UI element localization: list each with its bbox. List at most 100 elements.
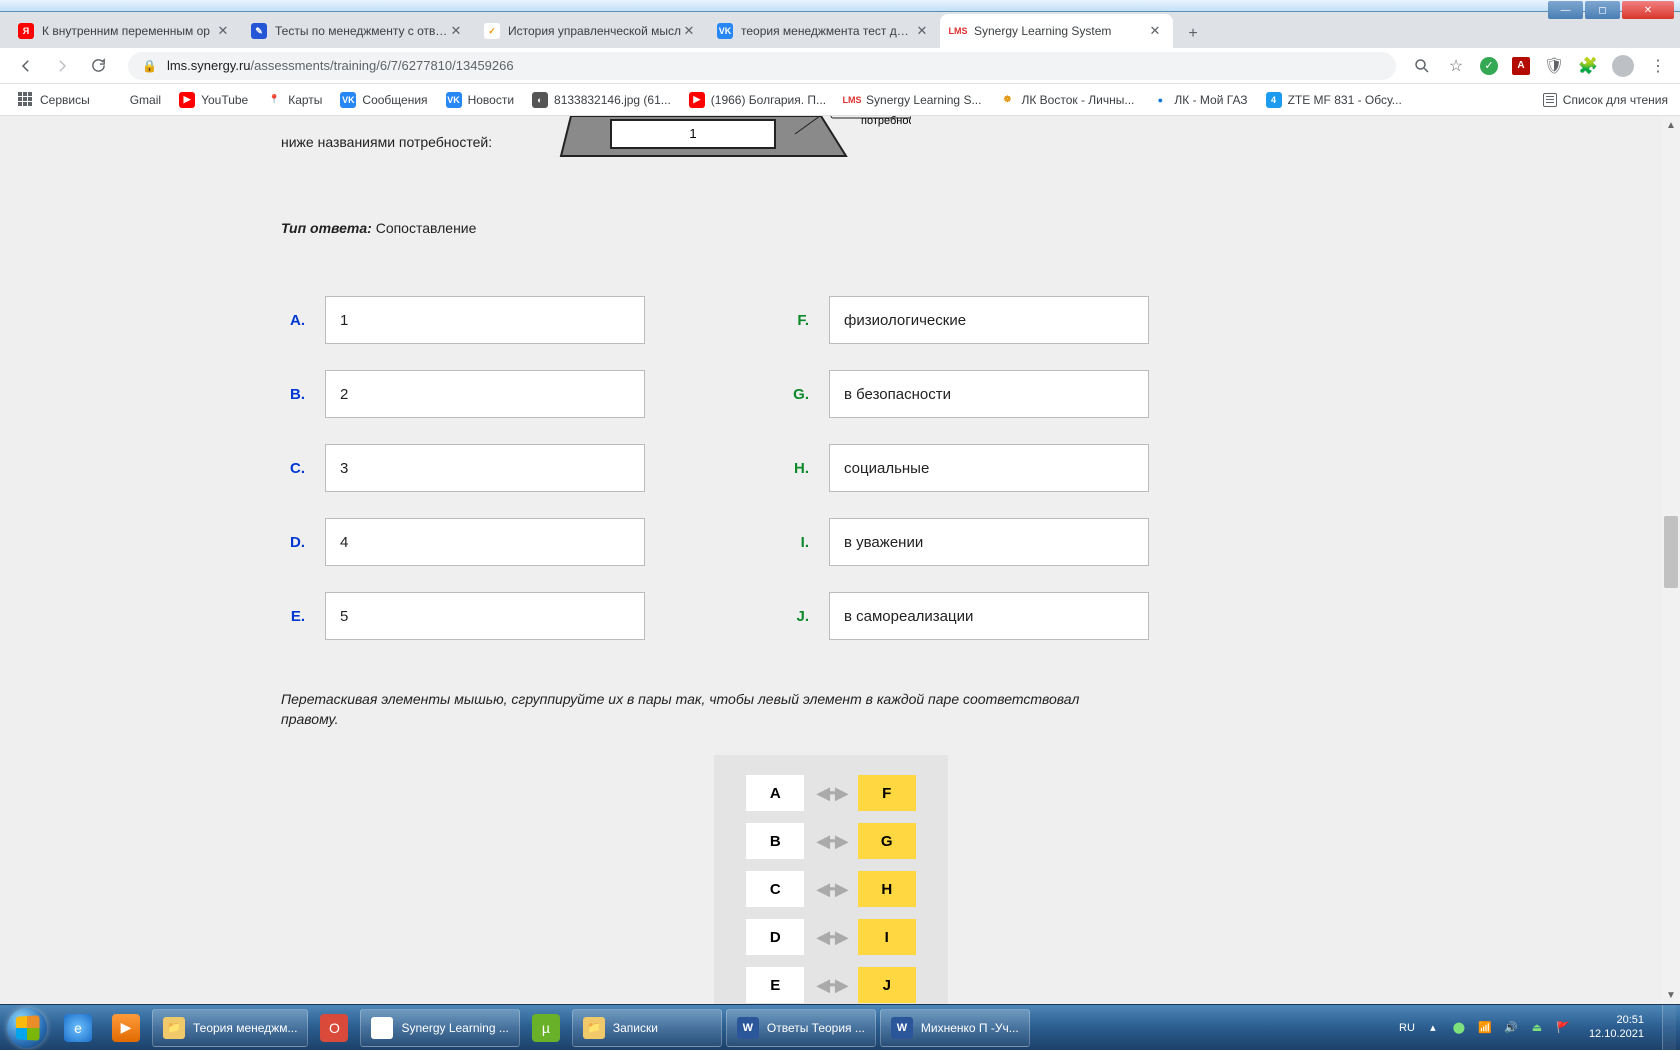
extension-adobe-icon[interactable]: A [1512, 57, 1530, 75]
drag-instructions: Перетаскивая элементы мышью, сгруппируйт… [281, 690, 1081, 729]
tab-close-button[interactable]: ✕ [914, 23, 930, 39]
pair-right-chip[interactable]: I [858, 919, 916, 955]
window-maximize-button[interactable]: ◻ [1585, 1, 1620, 19]
bookmark-item[interactable]: VKСообщения [334, 88, 433, 112]
extension-shield-icon[interactable]: 🛡 [1544, 56, 1564, 76]
taskbar-window-button[interactable]: W Михненко П -Уч... [880, 1009, 1030, 1047]
taskbar-pin-ie[interactable]: e [54, 1005, 102, 1051]
browser-tab[interactable]: LMS Synergy Learning System ✕ [940, 14, 1173, 48]
taskbar-window-button[interactable]: 📁 Теория менеджм... [152, 1009, 308, 1047]
match-option-box[interactable]: в безопасности [829, 370, 1149, 418]
pair-right-chip[interactable]: G [858, 823, 916, 859]
pair-left-chip[interactable]: D [746, 919, 804, 955]
start-button[interactable] [0, 1005, 54, 1051]
tray-flag-icon[interactable]: 🚩 [1555, 1020, 1571, 1036]
bookmark-item[interactable]: LMSSynergy Learning S... [838, 88, 987, 112]
taskbar-window-title: Теория менеджм... [193, 1021, 297, 1035]
search-lens-icon[interactable] [1412, 56, 1432, 76]
bookmark-item[interactable]: ◐8133832146.jpg (61... [526, 88, 677, 112]
bookmark-item[interactable]: ▶YouTube [173, 88, 254, 112]
taskbar-pinned-app[interactable]: µ [522, 1005, 570, 1051]
tray-safe-remove-icon[interactable]: ⏏ [1529, 1020, 1545, 1036]
match-option-box[interactable]: 1 [325, 296, 645, 344]
match-option-box[interactable]: в самореализации [829, 592, 1149, 640]
apps-shortcut[interactable]: Сервисы [12, 88, 96, 112]
tab-close-button[interactable]: ✕ [215, 23, 231, 39]
scrollbar-up-button[interactable]: ▲ [1662, 116, 1680, 134]
browser-tab[interactable]: ✓ История управленческой мысл ✕ [474, 14, 707, 48]
match-row: A. 1 [281, 296, 645, 344]
tray-volume-icon[interactable]: 🔊 [1503, 1020, 1519, 1036]
pair-right-chip[interactable]: H [858, 871, 916, 907]
match-option-box[interactable]: 5 [325, 592, 645, 640]
taskbar-window-title: Записки [613, 1021, 658, 1035]
tray-clock[interactable]: 20:51 12.10.2021 [1581, 1014, 1652, 1040]
bookmark-item[interactable]: ☸ЛК Восток - Личны... [993, 88, 1140, 112]
nav-forward-button[interactable] [48, 52, 76, 80]
reading-list-button[interactable]: Список для чтения [1543, 93, 1668, 107]
extensions-puzzle-icon[interactable]: 🧩 [1578, 56, 1598, 76]
bookmark-item[interactable]: 📍Карты [260, 88, 328, 112]
pair-right-chip[interactable]: F [858, 775, 916, 811]
pair-arrow-icon: ◀━▶ [816, 975, 846, 996]
show-desktop-button[interactable] [1662, 1005, 1676, 1051]
match-option-box[interactable]: 2 [325, 370, 645, 418]
taskbar-pin-media[interactable]: ▶ [102, 1005, 150, 1051]
pair-right-chip[interactable]: J [858, 967, 916, 1003]
match-option-box[interactable]: 4 [325, 518, 645, 566]
tab-close-button[interactable]: ✕ [1147, 23, 1163, 39]
match-row: B. 2 [281, 370, 645, 418]
scrollbar-down-button[interactable]: ▼ [1662, 986, 1680, 1004]
tab-favicon: ✓ [484, 23, 500, 39]
match-option-box[interactable]: 3 [325, 444, 645, 492]
new-tab-button[interactable]: + [1179, 20, 1207, 48]
taskbar-window-button[interactable]: 📁 Записки [572, 1009, 722, 1047]
tab-close-button[interactable]: ✕ [448, 23, 464, 39]
tray-up-icon[interactable]: ▴ [1425, 1020, 1441, 1036]
url-path: /assessments/training/6/7/6277810/134592… [251, 58, 514, 73]
vertical-scrollbar[interactable]: ▲ ▼ [1662, 116, 1680, 1004]
taskbar-window-button[interactable]: W Ответы Теория ... [726, 1009, 876, 1047]
window-minimize-button[interactable]: — [1548, 1, 1583, 19]
match-option-box[interactable]: в уважении [829, 518, 1149, 566]
bookmark-item[interactable]: 4ZTE MF 831 - Обсу... [1260, 88, 1408, 112]
pair-row: A ◀━▶ F [732, 775, 930, 811]
nav-back-button[interactable] [12, 52, 40, 80]
bookmark-favicon: LMS [844, 92, 860, 108]
match-option-box[interactable]: физиологические [829, 296, 1149, 344]
bookmark-item[interactable]: ▶(1966) Болгария. П... [683, 88, 832, 112]
bookmark-star-icon[interactable]: ☆ [1446, 56, 1466, 76]
answer-type-value: Сопоставление [376, 220, 477, 236]
pair-left-chip[interactable]: E [746, 967, 804, 1003]
bookmark-item[interactable]: VKНовости [440, 88, 520, 112]
media-icon: ▶ [112, 1014, 140, 1042]
bookmark-item[interactable]: ●ЛК - Мой ГАЗ [1146, 88, 1253, 112]
window-close-button[interactable]: ✕ [1622, 1, 1674, 19]
extension-adguard-icon[interactable]: ✓ [1480, 57, 1498, 75]
profile-avatar[interactable] [1612, 55, 1634, 77]
scrollbar-thumb[interactable] [1664, 516, 1678, 588]
bookmark-favicon: G [108, 92, 124, 108]
pair-left-chip[interactable]: B [746, 823, 804, 859]
taskbar-window-icon: W [891, 1017, 913, 1039]
taskbar-pinned-app[interactable]: O [310, 1005, 358, 1051]
browser-tab[interactable]: Я К внутренним переменным ор ✕ [8, 14, 241, 48]
tray-network-icon[interactable]: 📶 [1477, 1020, 1493, 1036]
browser-tab[interactable]: ✎ Тесты по менеджменту с ответа ✕ [241, 14, 474, 48]
match-option-box[interactable]: социальные [829, 444, 1149, 492]
match-letter: A. [281, 312, 305, 329]
bookmark-label: Gmail [130, 93, 161, 107]
taskbar-window-title: Ответы Теория ... [767, 1021, 865, 1035]
taskbar-window-button[interactable]: ◎ Synergy Learning ... [360, 1009, 519, 1047]
tray-shield-icon[interactable]: ⬤ [1451, 1020, 1467, 1036]
tab-close-button[interactable]: ✕ [681, 23, 697, 39]
browser-tab[interactable]: VK теория менеджмента тест для с ✕ [707, 14, 940, 48]
pair-left-chip[interactable]: C [746, 871, 804, 907]
match-row: F. физиологические [785, 296, 1149, 344]
bookmark-item[interactable]: G Gmail [102, 88, 167, 112]
nav-reload-button[interactable] [84, 52, 112, 80]
chrome-menu-button[interactable]: ⋮ [1648, 56, 1668, 76]
address-bar[interactable]: 🔒 lms.synergy.ru/assessments/training/6/… [128, 52, 1396, 80]
keyboard-language[interactable]: RU [1399, 1022, 1415, 1034]
pair-left-chip[interactable]: A [746, 775, 804, 811]
